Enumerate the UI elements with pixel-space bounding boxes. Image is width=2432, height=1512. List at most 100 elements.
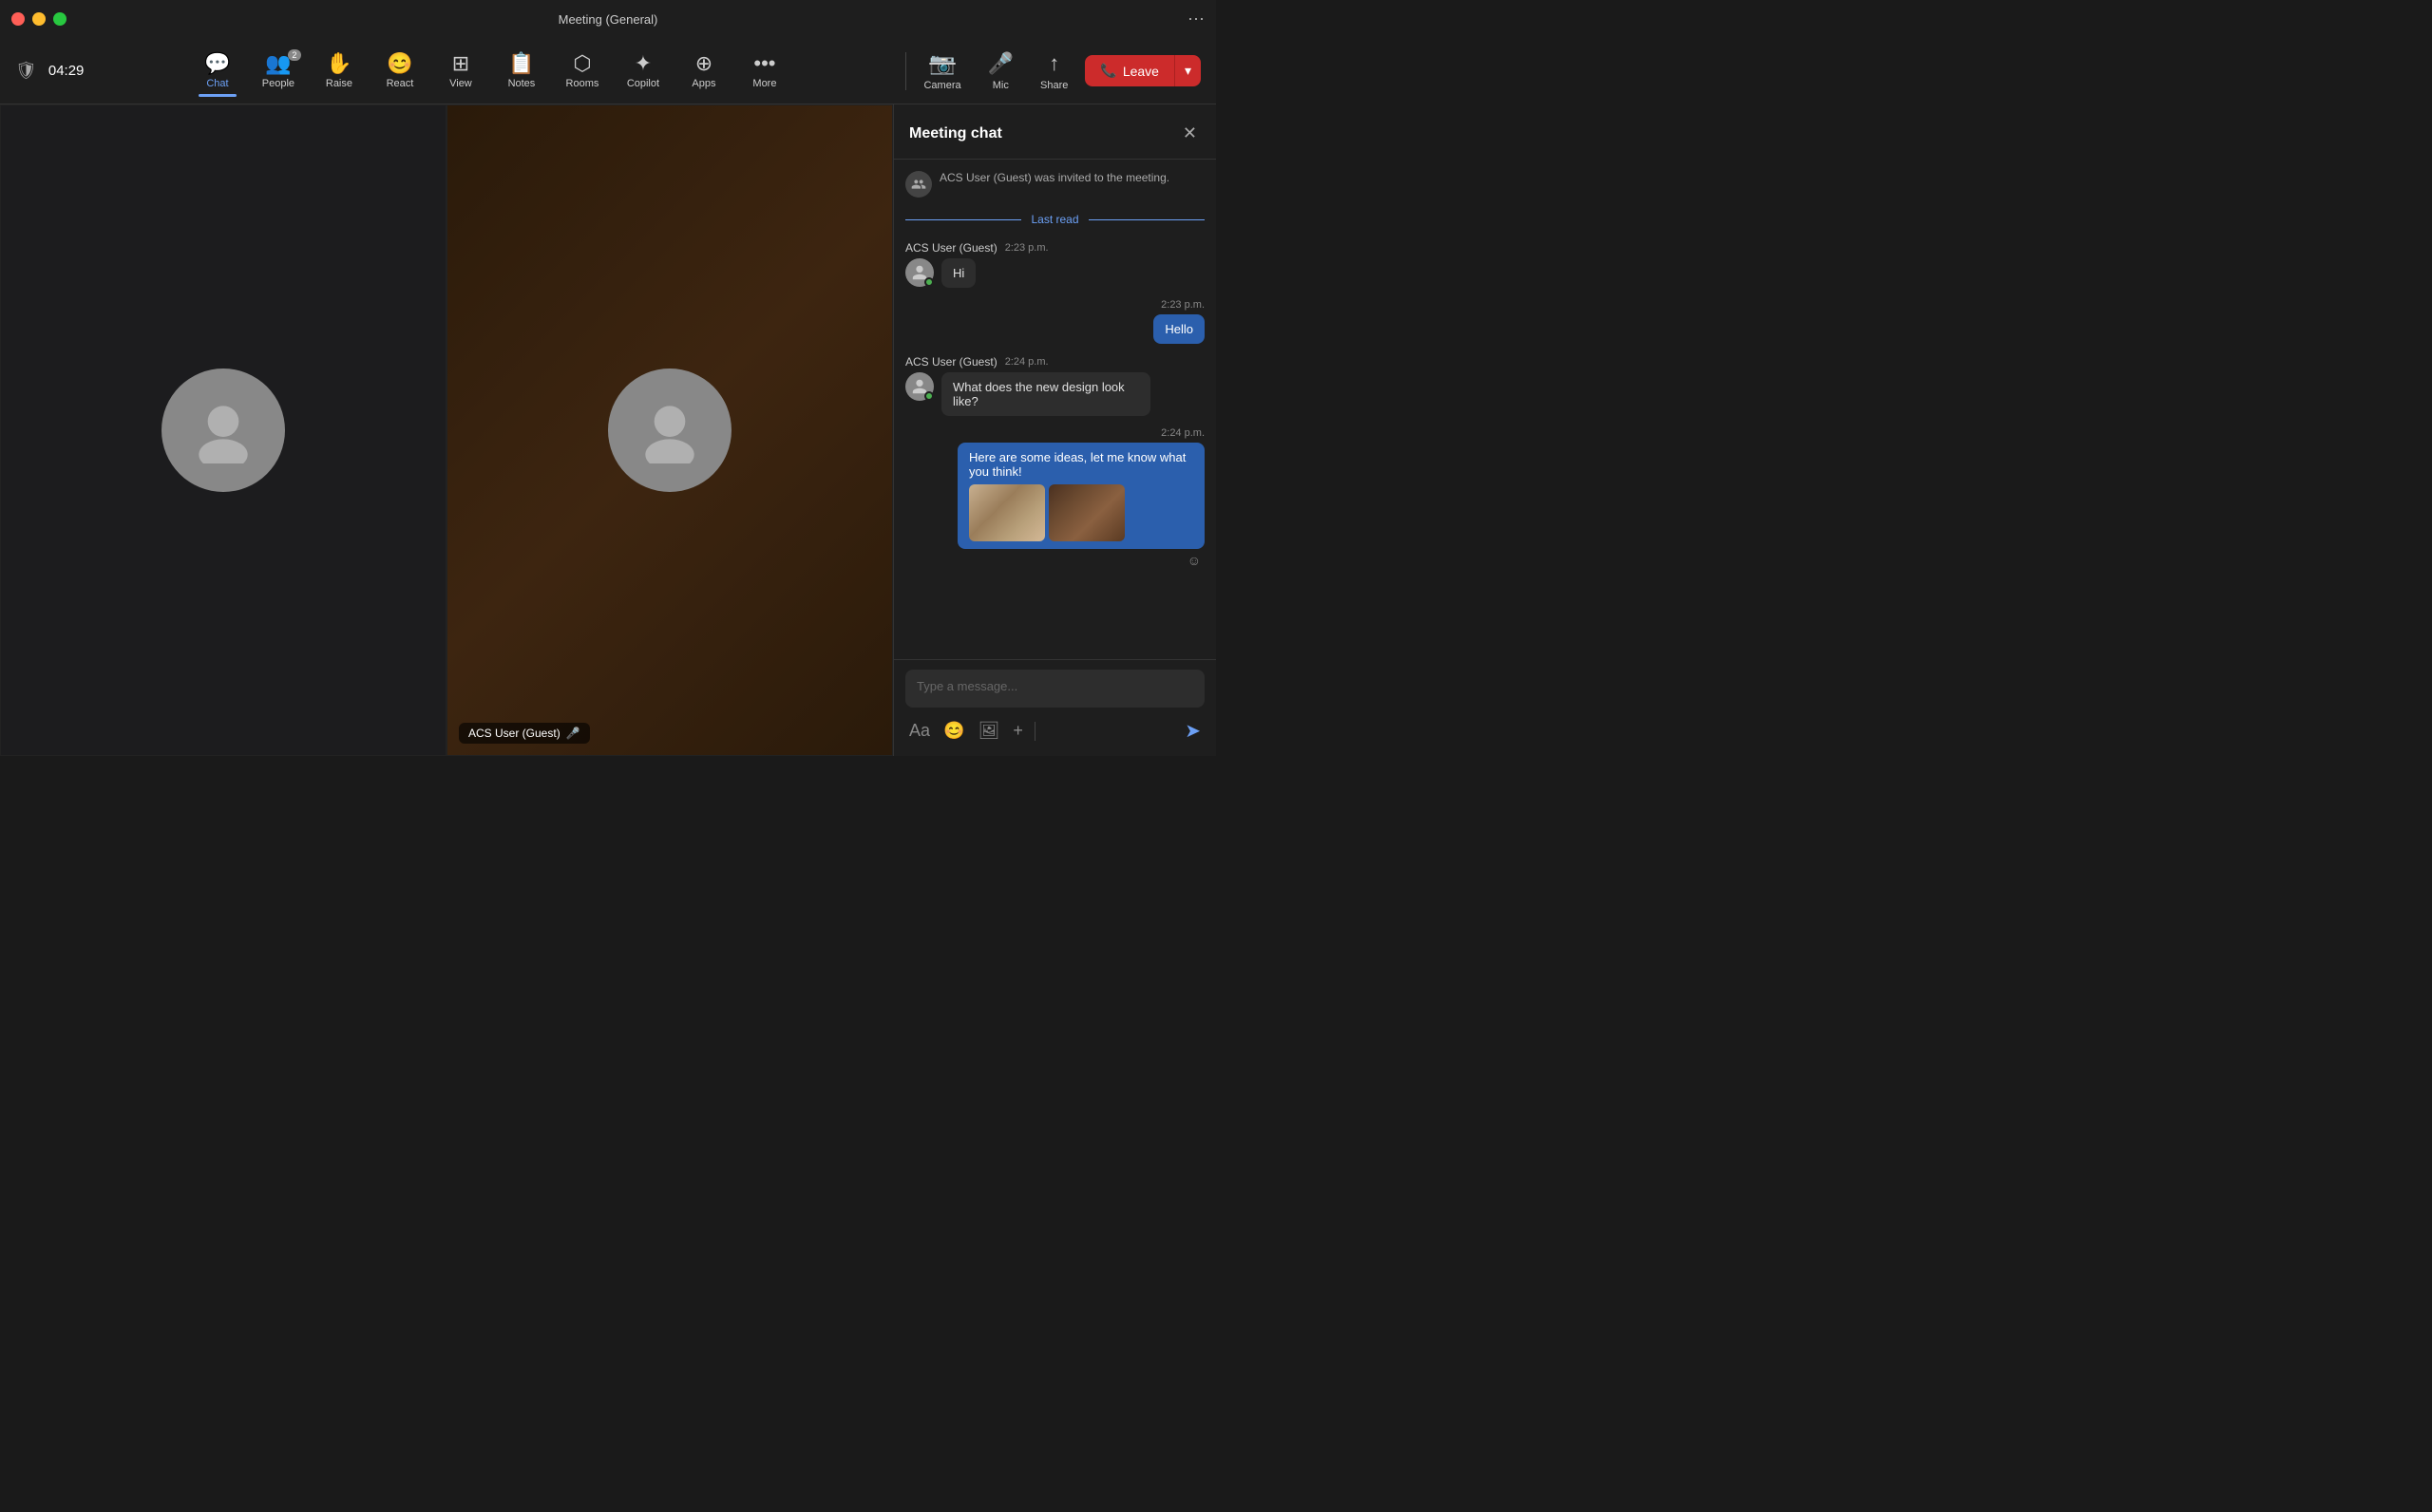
reaction-row: ☺ [1188,553,1205,568]
image-thumb-2[interactable] [1049,484,1125,541]
people-badge: 2 [288,49,301,61]
avatar-2 [608,369,732,492]
chat-icon: 💬 [204,53,230,74]
input-divider [1035,722,1036,741]
online-indicator [924,277,934,287]
toolbar-divider [905,52,906,90]
people-label: People [262,78,294,89]
more-options-icon[interactable]: ⋯ [1188,9,1205,29]
react-label: React [387,78,414,89]
notes-icon: 📋 [508,53,534,74]
raise-label: Raise [326,78,352,89]
leave-button[interactable]: 📞 Leave [1085,55,1174,86]
message-2: 2:23 p.m. Hello [905,299,1205,344]
message-3-time: 2:24 p.m. [1005,356,1049,368]
chat-input-actions: Aa 😊 🖼 + ➤ [905,715,1205,747]
gif-button[interactable]: 🖼 [974,717,1003,745]
format-button[interactable]: Aa [905,717,934,745]
raise-icon: ✋ [326,53,352,74]
chat-input-area: Type a message... Aa 😊 🖼 + ➤ [894,659,1216,756]
system-message: ACS User (Guest) was invited to the meet… [905,171,1205,198]
close-window-button[interactable] [11,12,25,26]
mic-button[interactable]: 🎤 Mic [978,46,1023,97]
notes-button[interactable]: 📋 Notes [493,47,550,95]
apps-icon: ⊕ [695,53,712,74]
message-input[interactable]: Type a message... [905,670,1205,708]
chat-header: Meeting chat ✕ [894,104,1216,160]
toolbar-right: 📷 Camera 🎤 Mic ↑ Share 📞 Leave ▾ [914,46,1201,97]
last-read-label: Last read [1031,213,1078,226]
rooms-icon: ⬡ [573,53,591,74]
main-content: ACS User (Guest) 🎤 Meeting chat ✕ ACS Us… [0,104,1216,756]
message-1: ACS User (Guest) 2:23 p.m. Hi [905,241,1205,288]
meeting-timer: 04:29 [48,63,85,79]
last-read-line-left [905,219,1021,220]
message-1-avatar [905,258,934,287]
reaction-icon[interactable]: ☺ [1188,553,1201,568]
message-4: 2:24 p.m. Here are some ideas, let me kn… [905,427,1205,568]
more-icon: ••• [753,53,775,74]
window-title: Meeting (General) [559,12,658,27]
online-indicator-3 [924,391,934,401]
toolbar-left: 🛡 04:29 [15,61,84,81]
message-4-images[interactable] [969,484,1193,541]
message-4-time: 2:24 p.m. [1161,427,1205,439]
share-button[interactable]: ↑ Share [1031,46,1077,97]
copilot-icon: ✦ [635,53,652,74]
video-tile-1 [0,104,446,756]
message-2-bubble: Hello [1153,314,1205,344]
chat-panel: Meeting chat ✕ ACS User (Guest) was invi… [893,104,1216,756]
share-label: Share [1040,80,1068,91]
chat-messages: ACS User (Guest) was invited to the meet… [894,160,1216,659]
system-message-text: ACS User (Guest) was invited to the meet… [940,171,1169,184]
toolbar: 🛡 04:29 💬 Chat 👥 People 2 ✋ Raise 😊 Reac… [0,38,1216,104]
react-button[interactable]: 😊 React [371,47,428,95]
mute-icon: 🎤 [566,727,580,740]
avatar-1 [162,369,285,492]
camera-label: Camera [923,80,960,91]
shield-icon: 🛡 [15,61,37,81]
people-button[interactable]: 👥 People 2 [250,47,307,95]
view-label: View [449,78,472,89]
chat-label: Chat [206,78,228,89]
message-1-meta: ACS User (Guest) 2:23 p.m. [905,241,1205,255]
camera-button[interactable]: 📷 Camera [914,46,970,97]
input-placeholder: Type a message... [917,679,1017,693]
message-3: ACS User (Guest) 2:24 p.m. What does the… [905,355,1205,416]
chat-title: Meeting chat [909,125,1002,142]
copilot-button[interactable]: ✦ Copilot [615,47,672,95]
message-1-sender: ACS User (Guest) [905,241,998,255]
apps-button[interactable]: ⊕ Apps [675,47,732,95]
send-button[interactable]: ➤ [1181,715,1205,747]
rooms-label: Rooms [566,78,599,89]
avatar-icon-2 [636,397,703,463]
mic-label: Mic [993,80,1009,91]
avatar-icon-1 [190,397,256,463]
message-3-meta: ACS User (Guest) 2:24 p.m. [905,355,1205,369]
leave-phone-icon: 📞 [1100,63,1116,79]
copilot-label: Copilot [627,78,659,89]
emoji-button[interactable]: 😊 [940,717,968,745]
chat-button[interactable]: 💬 Chat [189,47,246,95]
raise-button[interactable]: ✋ Raise [311,47,368,95]
message-1-time: 2:23 p.m. [1005,242,1049,254]
attach-button[interactable]: + [1009,717,1027,745]
close-chat-button[interactable]: ✕ [1179,120,1201,147]
traffic-lights [11,12,66,26]
message-3-sender: ACS User (Guest) [905,355,998,369]
rooms-button[interactable]: ⬡ Rooms [554,47,611,95]
message-1-content: Hi [905,258,1205,288]
image-thumb-1[interactable] [969,484,1045,541]
video-tile-2: ACS User (Guest) 🎤 [446,104,893,756]
minimize-window-button[interactable] [32,12,46,26]
more-label: More [752,78,776,89]
message-3-bubble: What does the new design look like? [941,372,1150,416]
message-2-time: 2:23 p.m. [1161,299,1205,311]
more-button[interactable]: ••• More [736,47,793,95]
leave-chevron-button[interactable]: ▾ [1174,55,1201,86]
maximize-window-button[interactable] [53,12,66,26]
view-button[interactable]: ⊞ View [432,47,489,95]
message-3-avatar [905,372,934,401]
notes-label: Notes [508,78,536,89]
message-1-bubble: Hi [941,258,976,288]
